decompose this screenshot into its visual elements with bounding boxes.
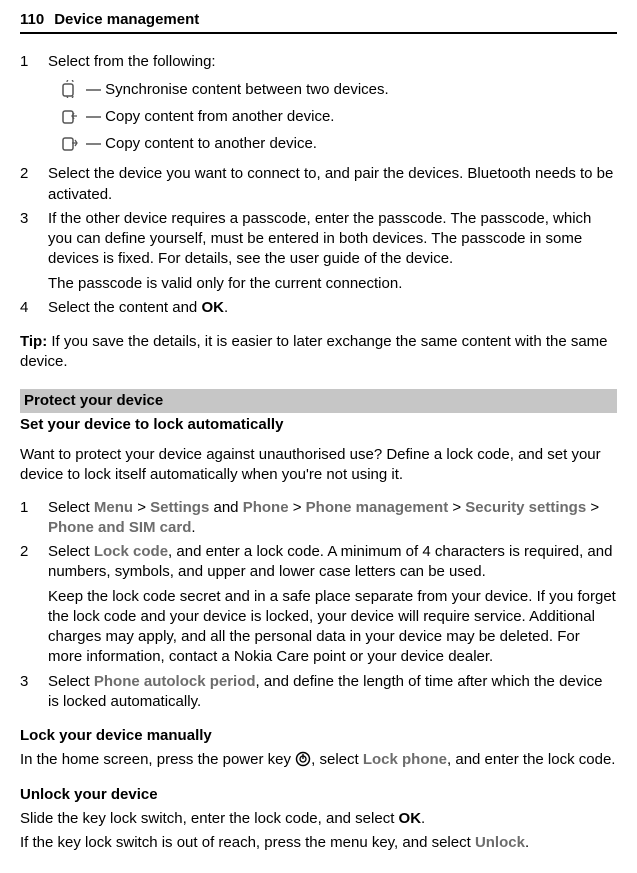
- option-text: — Synchronise content between two device…: [86, 79, 617, 100]
- step-number: 3: [20, 209, 48, 294]
- step-text: Keep the lock code secret and in a safe …: [48, 587, 617, 668]
- step-number: 4: [20, 298, 48, 318]
- option-sync: — Synchronise content between two device…: [60, 79, 617, 100]
- option-copy-to: — Copy content to another device.: [60, 133, 617, 154]
- option-copy-from: — Copy content from another device.: [60, 106, 617, 127]
- section-subtitle: Set your device to lock automatically: [20, 413, 617, 441]
- unlock-heading: Unlock your device: [20, 785, 617, 805]
- lock-manual-heading: Lock your device manually: [20, 726, 617, 746]
- step-text: Select the device you want to connect to…: [48, 164, 617, 205]
- step-text: Select from the following:: [48, 52, 617, 72]
- power-key-icon: [295, 751, 311, 767]
- page-title: Device management: [54, 11, 199, 28]
- step-number: 2: [20, 542, 48, 668]
- tip-text: If you save the details, it is easier to…: [20, 333, 608, 370]
- step-text: Select the content and OK.: [48, 298, 617, 318]
- tip-label: Tip:: [20, 333, 47, 350]
- section-intro: Want to protect your device against unau…: [20, 445, 617, 486]
- page-number: 110: [20, 10, 44, 30]
- option-text: — Copy content to another device.: [86, 133, 617, 154]
- step-text: Select Phone autolock period, and define…: [48, 672, 617, 713]
- steps-list-a: 1 Select from the following: — Synchroni…: [20, 52, 617, 318]
- page-header: 110 Device management: [20, 10, 617, 34]
- copy-from-icon: [60, 106, 80, 126]
- steps-list-b: 1 Select Menu > Settings and Phone > Pho…: [20, 498, 617, 713]
- step-number: 1: [20, 52, 48, 160]
- step-number: 1: [20, 498, 48, 539]
- step-text: Select Menu > Settings and Phone > Phone…: [48, 498, 617, 539]
- tip-paragraph: Tip: If you save the details, it is easi…: [20, 332, 617, 373]
- copy-to-icon: [60, 133, 80, 153]
- unlock-line2: If the key lock switch is out of reach, …: [20, 833, 617, 853]
- lock-manual-text: In the home screen, press the power key …: [20, 750, 617, 770]
- sync-icon: [60, 79, 80, 99]
- step-number: 3: [20, 672, 48, 713]
- step-text: The passcode is valid only for the curre…: [48, 274, 617, 294]
- step-number: 2: [20, 164, 48, 205]
- step-text: If the other device requires a passcode,…: [48, 209, 617, 270]
- section-bar: Protect your device: [20, 389, 617, 413]
- step-text: Select Lock code, and enter a lock code.…: [48, 542, 617, 583]
- option-text: — Copy content from another device.: [86, 106, 617, 127]
- unlock-line1: Slide the key lock switch, enter the loc…: [20, 809, 617, 829]
